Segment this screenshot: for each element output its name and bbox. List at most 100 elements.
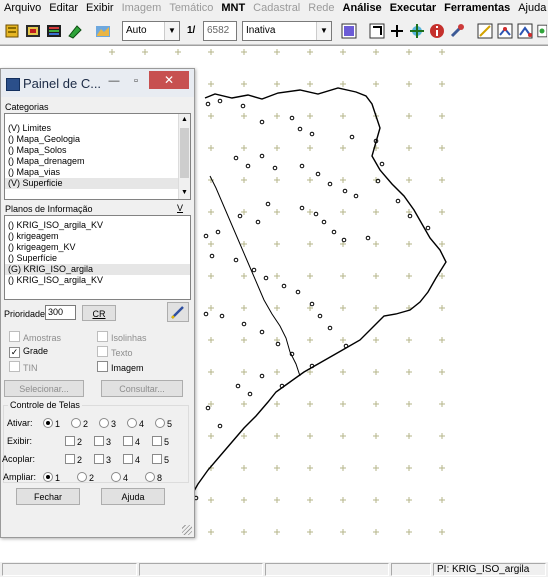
acoplar-option-4[interactable]: 4 — [123, 454, 140, 465]
plano-item[interactable]: () krigeagem — [5, 231, 190, 242]
pointer-icon[interactable] — [368, 22, 386, 40]
map-icon[interactable] — [94, 22, 112, 40]
close-icon[interactable]: ✕ — [149, 71, 189, 89]
edit-node-icon[interactable] — [536, 22, 548, 40]
exibir-option-4[interactable]: 4 — [123, 436, 140, 447]
grade-checkbox[interactable]: ✓ Grade — [9, 346, 48, 358]
amostras-checkbox[interactable]: Amostras — [9, 331, 61, 343]
acoplar-option-3[interactable]: 3 — [94, 454, 111, 465]
menu-ferramentas[interactable]: Ferramentas — [440, 0, 514, 17]
consultar-button[interactable]: Consultar... — [101, 380, 183, 397]
menu-executar[interactable]: Executar — [386, 0, 440, 17]
category-item[interactable]: (V) Limites — [5, 123, 179, 134]
pan-icon[interactable] — [408, 22, 426, 40]
menu-rede[interactable]: Rede — [304, 0, 338, 17]
checkbox-box[interactable] — [9, 331, 20, 342]
categories-scrollbar[interactable]: ▲ ▼ — [178, 114, 190, 199]
acoplar-option-5[interactable]: 5 — [152, 454, 169, 465]
radio-indicator[interactable] — [43, 472, 53, 482]
plano-item[interactable]: () KRIG_ISO_argila_KV — [5, 275, 190, 286]
plano-item[interactable]: () KRIG_ISO_argila_KV — [5, 220, 190, 231]
menu-cadastral[interactable]: Cadastral — [249, 0, 304, 17]
database-icon[interactable] — [3, 22, 21, 40]
checkbox-box[interactable] — [65, 454, 75, 464]
minimize-icon[interactable]: — — [103, 72, 125, 90]
menu-tematico[interactable]: Temático — [165, 0, 217, 17]
category-item[interactable]: () Mapa_Geologia — [5, 134, 179, 145]
menu-analise[interactable]: Análise — [339, 0, 386, 17]
checkbox-box[interactable] — [94, 436, 104, 446]
checkbox-box[interactable] — [97, 331, 108, 342]
checkbox-box[interactable] — [97, 346, 108, 357]
maximize-icon[interactable]: ▫ — [125, 72, 147, 90]
selecionar-button[interactable]: Selecionar... — [4, 380, 84, 397]
ampliar-option-8[interactable]: 8 — [145, 472, 162, 483]
ampliar-option-2[interactable]: 2 — [77, 472, 94, 483]
plano-item[interactable]: () krigeagem_KV — [5, 242, 190, 253]
fechar-button[interactable]: Fechar — [16, 488, 80, 505]
menu-editar[interactable]: Editar — [45, 0, 82, 17]
radio-indicator[interactable] — [145, 472, 155, 482]
cr-button[interactable]: CR — [82, 305, 116, 321]
plano-item[interactable]: (G) KRIG_ISO_argila — [5, 264, 190, 275]
panel-titlebar[interactable]: Painel de C... — ▫ ✕ — [1, 69, 194, 97]
ativar-option-5[interactable]: 5 — [155, 418, 172, 429]
edit-point-icon[interactable] — [496, 22, 514, 40]
category-item[interactable]: () Mapa_drenagem — [5, 156, 179, 167]
checkbox-box[interactable] — [9, 361, 20, 372]
checkbox-box[interactable] — [97, 361, 108, 372]
ativar-option-3[interactable]: 3 — [99, 418, 116, 429]
planos-list[interactable]: () KRIG_ISO_argila_KV() krigeagem() krig… — [4, 215, 191, 300]
checkbox-box[interactable] — [65, 436, 75, 446]
checkbox-box[interactable]: ✓ — [9, 347, 20, 358]
menu-arquivo[interactable]: Arquivo — [0, 0, 45, 17]
zoom-mode-select[interactable]: Auto ▼ — [122, 21, 180, 41]
scroll-down-icon[interactable]: ▼ — [179, 187, 190, 199]
ampliar-option-4[interactable]: 4 — [111, 472, 128, 483]
ativar-option-4[interactable]: 4 — [127, 418, 144, 429]
scale-input[interactable]: 6582 — [203, 21, 237, 41]
resize-grip-icon[interactable] — [182, 525, 192, 535]
acoplar-option-2[interactable]: 2 — [65, 454, 82, 465]
texto-checkbox[interactable]: Texto — [97, 346, 133, 358]
checkbox-box[interactable] — [94, 454, 104, 464]
chevron-down-icon[interactable]: ▼ — [316, 22, 331, 40]
checkbox-box[interactable] — [152, 436, 162, 446]
edit-visual-button[interactable] — [167, 302, 189, 322]
scroll-up-icon[interactable]: ▲ — [179, 114, 190, 126]
info-icon[interactable] — [428, 22, 446, 40]
exibir-option-5[interactable]: 5 — [152, 436, 169, 447]
category-item[interactable]: (V) Superficie — [5, 178, 179, 189]
menu-imagem[interactable]: Imagem — [118, 0, 166, 17]
radio-indicator[interactable] — [71, 418, 81, 428]
project-icon[interactable] — [24, 22, 42, 40]
radio-indicator[interactable] — [77, 472, 87, 482]
menu-ajuda[interactable]: Ajuda — [514, 0, 548, 17]
radio-indicator[interactable] — [111, 472, 121, 482]
draw-icon[interactable] — [66, 22, 84, 40]
mode-select[interactable]: Inativa ▼ — [242, 21, 332, 41]
checkbox-box[interactable] — [123, 436, 133, 446]
exibir-option-2[interactable]: 2 — [65, 436, 82, 447]
edit-line-icon[interactable] — [476, 22, 494, 40]
measure-icon[interactable] — [448, 22, 466, 40]
checkbox-box[interactable] — [123, 454, 133, 464]
radio-indicator[interactable] — [99, 418, 109, 428]
plus-icon[interactable] — [388, 22, 406, 40]
edit-area-icon[interactable] — [516, 22, 534, 40]
plano-item[interactable]: () Superfície — [5, 253, 190, 264]
ampliar-option-1[interactable]: 1 — [43, 472, 60, 483]
radio-indicator[interactable] — [43, 418, 53, 428]
radio-indicator[interactable] — [127, 418, 137, 428]
menu-exibir[interactable]: Exibir — [82, 0, 118, 17]
menu-mnt[interactable]: MNT — [217, 0, 249, 17]
priority-input[interactable]: 300 — [45, 305, 76, 320]
chevron-down-icon[interactable]: ▼ — [164, 22, 179, 40]
category-item[interactable]: () Mapa_Solos — [5, 145, 179, 156]
categories-list[interactable]: (V) Limites() Mapa_Geologia() Mapa_Solos… — [4, 113, 191, 200]
planos-flag[interactable]: V — [177, 203, 183, 213]
scroll-thumb[interactable] — [180, 128, 189, 178]
imagem-checkbox[interactable]: Imagem — [97, 361, 144, 373]
grid-view-icon[interactable] — [340, 22, 358, 40]
ativar-option-1[interactable]: 1 — [43, 418, 60, 429]
